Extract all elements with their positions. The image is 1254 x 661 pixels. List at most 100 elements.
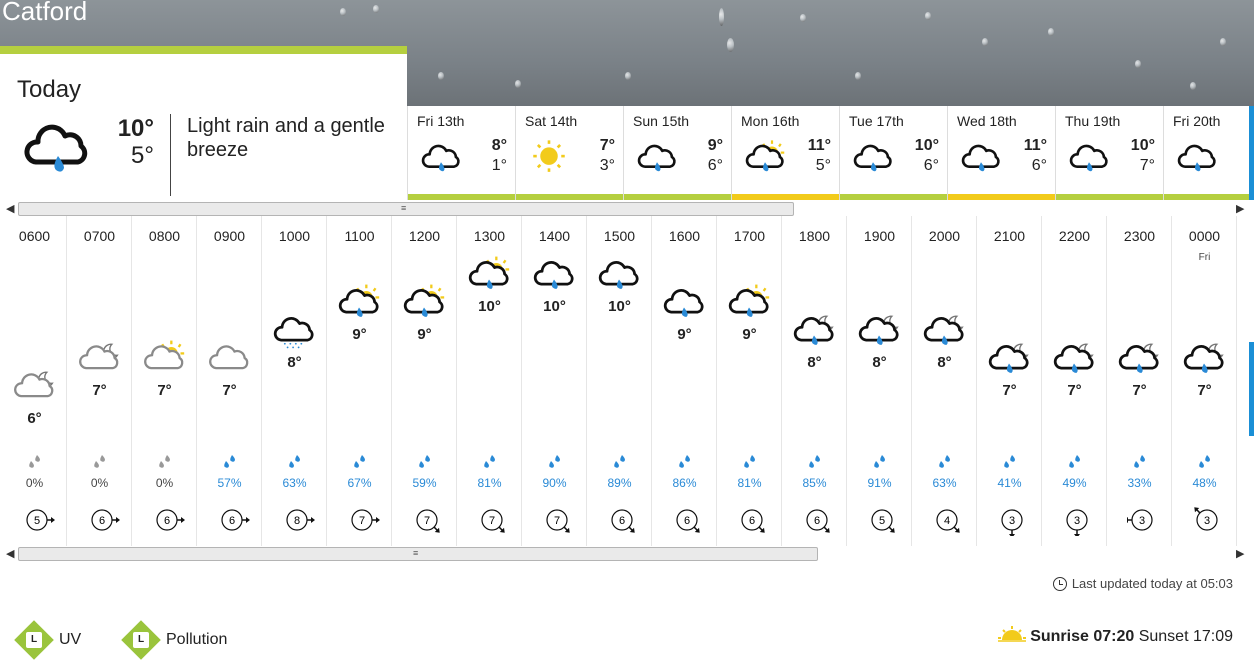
sunny-intervals-rain-icon	[403, 284, 445, 317]
hour-column[interactable]: 1300 10° 81% 7	[457, 216, 522, 546]
day-high-temp: 10°	[1130, 137, 1155, 154]
day-low-temp: 7°	[1139, 157, 1155, 174]
hour-time: 0600	[18, 228, 51, 244]
hour-column[interactable]: 2300 7° 33% 3	[1107, 216, 1172, 546]
day-label: Tue 17th	[849, 113, 904, 129]
daily-forecast-strip: Fri 13th 8° 1° Sat 14th 7° 3° Sun 15th 9° 6° Mon …	[407, 106, 1254, 200]
hour-column[interactable]: 2000 8° 63% 4	[912, 216, 977, 546]
scroll-left-arrow-icon[interactable]: ◀	[6, 202, 14, 215]
hourly-scrollbar[interactable]: ◀ ≡ ▶	[0, 545, 1254, 563]
day-tab[interactable]: Mon 16th 11° 5°	[731, 106, 840, 200]
hour-column[interactable]: 1100 9° 67% 7	[327, 216, 392, 546]
day-tab[interactable]: Fri 13th 8° 1°	[407, 106, 516, 200]
hour-column[interactable]: 2100 7° 41% 3	[977, 216, 1042, 546]
hour-column[interactable]: 0900 7° 57% 6	[197, 216, 262, 546]
precipitation-chance: 85%	[802, 476, 827, 490]
raindrop	[340, 8, 346, 16]
pollution-label[interactable]: Pollution	[166, 631, 227, 649]
wind-speed: 3	[1009, 515, 1015, 527]
wind-direction-icon: 6	[741, 509, 765, 533]
day-tab[interactable]: Sun 15th 9° 6°	[623, 106, 732, 200]
precipitation-icon	[549, 455, 560, 468]
day-high-temp: 11°	[1023, 137, 1047, 154]
hour-column[interactable]: 1200 9° 59% 7	[392, 216, 457, 546]
hour-time: 1300	[473, 228, 506, 244]
day-tab[interactable]: Sat 14th 7° 3°	[515, 106, 624, 200]
wind-speed: 6	[749, 515, 755, 527]
wind-speed: 6	[229, 515, 235, 527]
night-rain-icon	[1053, 343, 1094, 373]
precipitation-icon	[679, 455, 690, 468]
day-low-temp: 6°	[1031, 157, 1047, 174]
day-label: Mon 16th	[741, 113, 800, 129]
precipitation-chance: 0%	[25, 476, 44, 490]
hour-column[interactable]: 1000 8° 63% 8	[262, 216, 327, 546]
day-high-temp: 11°	[807, 137, 831, 154]
day-high-temp: 10°	[914, 137, 939, 154]
wind-speed: 7	[424, 515, 430, 527]
precipitation-chance: 81%	[477, 476, 502, 490]
uv-label[interactable]: UV	[59, 631, 81, 649]
wind-direction-icon: 3	[1194, 507, 1218, 531]
day-label: Sat 14th	[525, 113, 578, 129]
hour-column[interactable]: 0000 Fri 7° 48% 3	[1172, 216, 1237, 546]
sunny-intervals-rain-icon	[338, 284, 380, 317]
wind-direction-icon: 4	[936, 509, 960, 533]
precipitation-chance: 81%	[737, 476, 762, 490]
precipitation-chance: 0%	[155, 476, 174, 490]
precipitation-chance: 67%	[347, 476, 372, 490]
scroll-indicator	[1249, 342, 1254, 436]
hour-column[interactable]: 0600 6° 0% 5	[2, 216, 67, 546]
scroll-right-arrow-icon[interactable]: ▶	[1236, 202, 1244, 215]
hour-day: Fri	[1198, 252, 1211, 263]
hour-column[interactable]: 1600 9° 86% 6	[652, 216, 717, 546]
precipitation-chance: 89%	[607, 476, 632, 490]
day-tab[interactable]: Tue 17th 10° 6°	[839, 106, 948, 200]
wind-direction-icon: 6	[156, 509, 185, 531]
scroll-right-arrow-icon[interactable]: ▶	[1236, 547, 1244, 560]
hour-time: 1400	[538, 228, 571, 244]
day-tab[interactable]: Thu 19th 10° 7°	[1055, 106, 1164, 200]
precipitation-icon	[94, 455, 105, 468]
cloud-icon	[209, 345, 249, 370]
scroll-left-arrow-icon[interactable]: ◀	[6, 547, 14, 560]
day-low-temp: 3°	[599, 157, 615, 174]
day-tab[interactable]: Fri 20th1	[1163, 106, 1254, 200]
hour-column[interactable]: 0800 7° 0% 6	[132, 216, 197, 546]
day-label: Fri 20th	[1173, 113, 1221, 129]
precipitation-icon	[939, 455, 950, 468]
hour-column[interactable]: 1500 10° 89% 6	[587, 216, 652, 546]
hour-column[interactable]: 2200 7° 49% 3	[1042, 216, 1107, 546]
hour-time: 1700	[733, 228, 766, 244]
precipitation-chance: 33%	[1127, 476, 1152, 490]
hour-column[interactable]: 1900 8° 91% 5	[847, 216, 912, 546]
light-rain-icon	[1177, 144, 1216, 172]
hour-column[interactable]: 1400 10° 90% 7	[522, 216, 587, 546]
hour-column[interactable]: 1800 8° 85% 6	[782, 216, 847, 546]
sunny-intervals-rain-icon	[745, 140, 785, 172]
hourly-forecast: 0600 6° 0% 5 0700 7° 0% 6 0800 7° 0% 6 0900 7° 57% 6 100…	[2, 216, 1237, 546]
hour-temp: 7°	[1132, 382, 1147, 399]
precipitation-chance: 59%	[412, 476, 437, 490]
hour-temp: 8°	[287, 354, 302, 371]
day-low-temp: 5°	[815, 157, 831, 174]
precipitation-chance: 57%	[217, 476, 242, 490]
raindrop	[1135, 60, 1141, 68]
hour-column[interactable]: 0700 7° 0% 6	[67, 216, 132, 546]
hour-column[interactable]: 1700 9° 81% 6	[717, 216, 782, 546]
wind-direction-icon: 3	[1127, 509, 1153, 531]
wind-speed: 7	[359, 515, 365, 527]
location-title: Catford	[2, 0, 88, 26]
pollution-badge: L	[121, 620, 161, 660]
day-low-temp: 6°	[707, 157, 723, 174]
today-card[interactable]: Today 10° 5° Light rain and a gentle bre…	[0, 46, 407, 202]
day-tab[interactable]: Wed 18th 11° 6°	[947, 106, 1056, 200]
sunny-icon	[533, 140, 565, 172]
scroll-thumb[interactable]: ≡	[18, 547, 818, 561]
precipitation-chance: 48%	[1192, 476, 1217, 490]
wind-direction-icon: 6	[91, 509, 120, 531]
wind-direction-icon: 6	[676, 509, 700, 533]
day-high-temp: 9°	[707, 137, 723, 154]
last-updated-text: Last updated today at 05:03	[1071, 576, 1233, 591]
scroll-thumb[interactable]: ≡	[18, 202, 794, 216]
